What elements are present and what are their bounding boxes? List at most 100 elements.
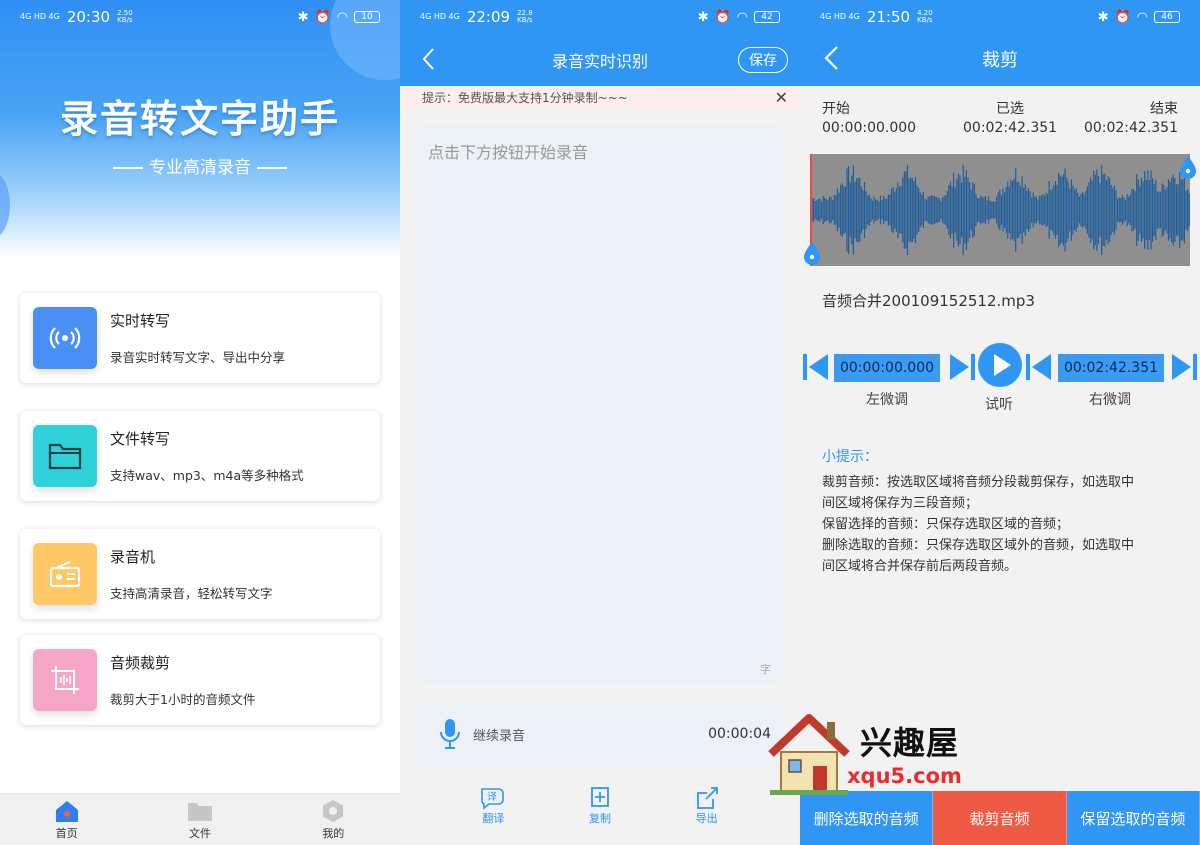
house-logo-icon bbox=[768, 714, 850, 795]
folder-tab-icon bbox=[187, 802, 212, 821]
watermark-title: 兴趣屋 bbox=[860, 724, 960, 762]
home-screen: 4G HD 4G 20:30 2.50 KB/s ✱ ⏰ ◠ 10 录音转文字助手… bbox=[0, 0, 400, 845]
tip-line: 间区域将合并保存前后两段音频。 bbox=[822, 559, 1018, 574]
record-label: 继续录音 bbox=[473, 728, 526, 744]
skip-back-icon[interactable] bbox=[802, 352, 830, 382]
play-icon[interactable] bbox=[977, 342, 1023, 388]
bluetooth-icon: ✱ bbox=[1097, 9, 1109, 25]
left-fine-label: 左微调 bbox=[866, 392, 908, 408]
status-bar: 4G HD 4G 21:50 4.20 KB/s ✱ ⏰ ◠ 46 bbox=[800, 0, 1200, 34]
tab-home[interactable]: 首页 bbox=[0, 794, 133, 845]
skip-forward-icon[interactable] bbox=[1170, 352, 1198, 382]
transcript-editor[interactable]: 点击下方按钮开始录音 字 bbox=[417, 125, 783, 685]
export-icon bbox=[696, 787, 718, 809]
network-speed: 4.20 KB/s bbox=[917, 9, 933, 24]
signal-indicator: 4G HD 4G bbox=[820, 12, 860, 21]
battery-icon: 46 bbox=[1154, 11, 1180, 23]
bluetooth-icon: ✱ bbox=[697, 9, 709, 25]
end-handle-icon[interactable] bbox=[1178, 154, 1198, 180]
feature-card-file[interactable]: 文件转写 支持wav、mp3、m4a等多种格式 bbox=[20, 411, 380, 501]
right-time-box[interactable]: 00:02:42.351 bbox=[1058, 354, 1164, 382]
action-bar: 译 翻译 复制 导出 bbox=[400, 786, 800, 836]
top-bar: 4G HD 4G 21:50 4.20 KB/s ✱ ⏰ ◠ 46 bbox=[800, 0, 1200, 86]
tip-line: 间区域将保存为三段音频； bbox=[822, 496, 979, 511]
copy-button[interactable]: 复制 bbox=[586, 786, 614, 836]
feature-title: 录音机 bbox=[110, 548, 156, 566]
feature-desc: 录音实时转写文字、导出中分享 bbox=[110, 350, 286, 365]
top-bar: 4G HD 4G 22:09 22.8 KB/s ✱ ⏰ ◠ 42 录音实时识别 … bbox=[400, 0, 800, 86]
start-time-group: 开始 00:00:00.000 bbox=[822, 100, 916, 138]
realtime-recognition-screen: 4G HD 4G 22:09 22.8 KB/s ✱ ⏰ ◠ 42 录音实时识别 … bbox=[400, 0, 800, 845]
feature-title: 音频裁剪 bbox=[110, 654, 171, 672]
waveform[interactable] bbox=[810, 154, 1190, 266]
status-bar: 4G HD 4G 22:09 22.8 KB/s ✱ ⏰ ◠ 42 bbox=[400, 0, 800, 34]
tab-profile[interactable]: 我的 bbox=[267, 794, 400, 845]
skip-forward-icon[interactable] bbox=[948, 352, 976, 382]
skip-back-icon[interactable] bbox=[1025, 352, 1053, 382]
close-icon[interactable]: ✕ bbox=[775, 88, 788, 107]
wifi-icon: ◠ bbox=[336, 9, 348, 25]
bottom-nav: 首页 文件 我的 bbox=[0, 793, 400, 845]
left-time-box[interactable]: 00:00:00.000 bbox=[834, 354, 940, 382]
crop-icon bbox=[33, 649, 97, 711]
keep-selection-button[interactable]: 保留选取的音频 bbox=[1066, 791, 1200, 845]
feature-card-realtime[interactable]: 实时转写 录音实时转写文字、导出中分享 bbox=[20, 293, 380, 383]
preview-label: 试听 bbox=[985, 397, 1013, 413]
feature-card-recorder[interactable]: 录音机 支持高清录音，轻松转写文字 bbox=[20, 529, 380, 619]
tip-line: 删除选取的音频：只保存选取区域外的音频，如选取中 bbox=[822, 538, 1135, 553]
microphone-icon bbox=[440, 719, 460, 749]
bluetooth-icon: ✱ bbox=[297, 9, 309, 25]
tab-files[interactable]: 文件 bbox=[133, 794, 266, 845]
feature-desc: 支持高清录音，轻松转写文字 bbox=[110, 586, 273, 601]
end-time: 00:02:42.351 bbox=[1083, 120, 1178, 136]
watermark: 兴趣屋 xqu5.com bbox=[765, 712, 995, 802]
folder-icon bbox=[33, 425, 97, 487]
app-title: 录音转文字助手 bbox=[59, 97, 340, 141]
radio-icon bbox=[33, 543, 97, 605]
save-button[interactable]: 保存 bbox=[738, 47, 788, 73]
editor-placeholder: 点击下方按钮开始录音 bbox=[428, 143, 589, 162]
feature-card-crop[interactable]: 音频裁剪 裁剪大于1小时的音频文件 bbox=[20, 635, 380, 725]
translate-glyph: 译 bbox=[487, 791, 497, 803]
watermark-url: xqu5.com bbox=[847, 764, 962, 788]
tip-banner: 提示：免费版最大支持1分钟录制~~~ ✕ bbox=[400, 86, 800, 108]
network-speed: 2.50 KB/s bbox=[117, 9, 133, 24]
copy-icon bbox=[591, 787, 609, 807]
record-control[interactable]: 继续录音 00:00:04 bbox=[417, 702, 783, 766]
char-count-unit: 字 bbox=[760, 663, 771, 676]
tips-title: 小提示： bbox=[822, 449, 878, 465]
feature-desc: 裁剪大于1小时的音频文件 bbox=[110, 692, 256, 707]
clock: 21:50 bbox=[866, 8, 911, 26]
selected-label: 已选 bbox=[996, 101, 1025, 117]
tab-label: 文件 bbox=[188, 826, 211, 840]
selected-time: 00:02:42.351 bbox=[963, 120, 1058, 136]
network-speed: 22.8 KB/s bbox=[517, 9, 533, 24]
tab-label: 首页 bbox=[55, 826, 78, 840]
app-subtitle: 专业高清录音 bbox=[0, 153, 400, 178]
tip-line: 裁剪音频：按选取区域将音频分段裁剪保存，如选取中 bbox=[822, 475, 1135, 490]
start-handle-icon[interactable] bbox=[802, 240, 822, 266]
alarm-icon: ⏰ bbox=[714, 9, 731, 25]
translate-icon: 译 bbox=[481, 788, 505, 810]
action-label: 翻译 bbox=[482, 812, 505, 825]
export-button[interactable]: 导出 bbox=[693, 786, 721, 836]
back-arrow-icon[interactable] bbox=[420, 46, 436, 72]
hero-banner: 4G HD 4G 20:30 2.50 KB/s ✱ ⏰ ◠ 10 录音转文字助手… bbox=[0, 0, 400, 258]
signal-indicator: 4G HD 4G bbox=[420, 12, 460, 21]
tip-text: 提示：免费版最大支持1分钟录制~~~ bbox=[422, 90, 628, 105]
audio-filename: 音频合并200109152512.mp3 bbox=[822, 292, 1035, 310]
alarm-icon: ⏰ bbox=[1114, 9, 1131, 25]
start-label: 开始 bbox=[822, 101, 850, 117]
translate-button[interactable]: 译 翻译 bbox=[479, 786, 507, 836]
status-bar: 4G HD 4G 20:30 2.50 KB/s ✱ ⏰ ◠ 10 bbox=[0, 0, 400, 34]
home-icon bbox=[55, 800, 78, 822]
tips-section: 小提示： 裁剪音频：按选取区域将音频分段裁剪保存，如选取中 间区域将保存为三段音… bbox=[822, 446, 1178, 577]
feature-desc: 支持wav、mp3、m4a等多种格式 bbox=[110, 468, 304, 483]
battery-icon: 42 bbox=[754, 11, 780, 23]
selected-time-group: 已选 00:02:42.351 bbox=[963, 100, 1057, 138]
right-fine-label: 右微调 bbox=[1089, 392, 1131, 408]
wifi-icon: ◠ bbox=[736, 9, 748, 25]
end-label: 结束 bbox=[1150, 101, 1178, 117]
clock: 20:30 bbox=[66, 8, 111, 26]
tip-line: 保留选择的音频：只保存选取区域的音频； bbox=[822, 517, 1070, 532]
